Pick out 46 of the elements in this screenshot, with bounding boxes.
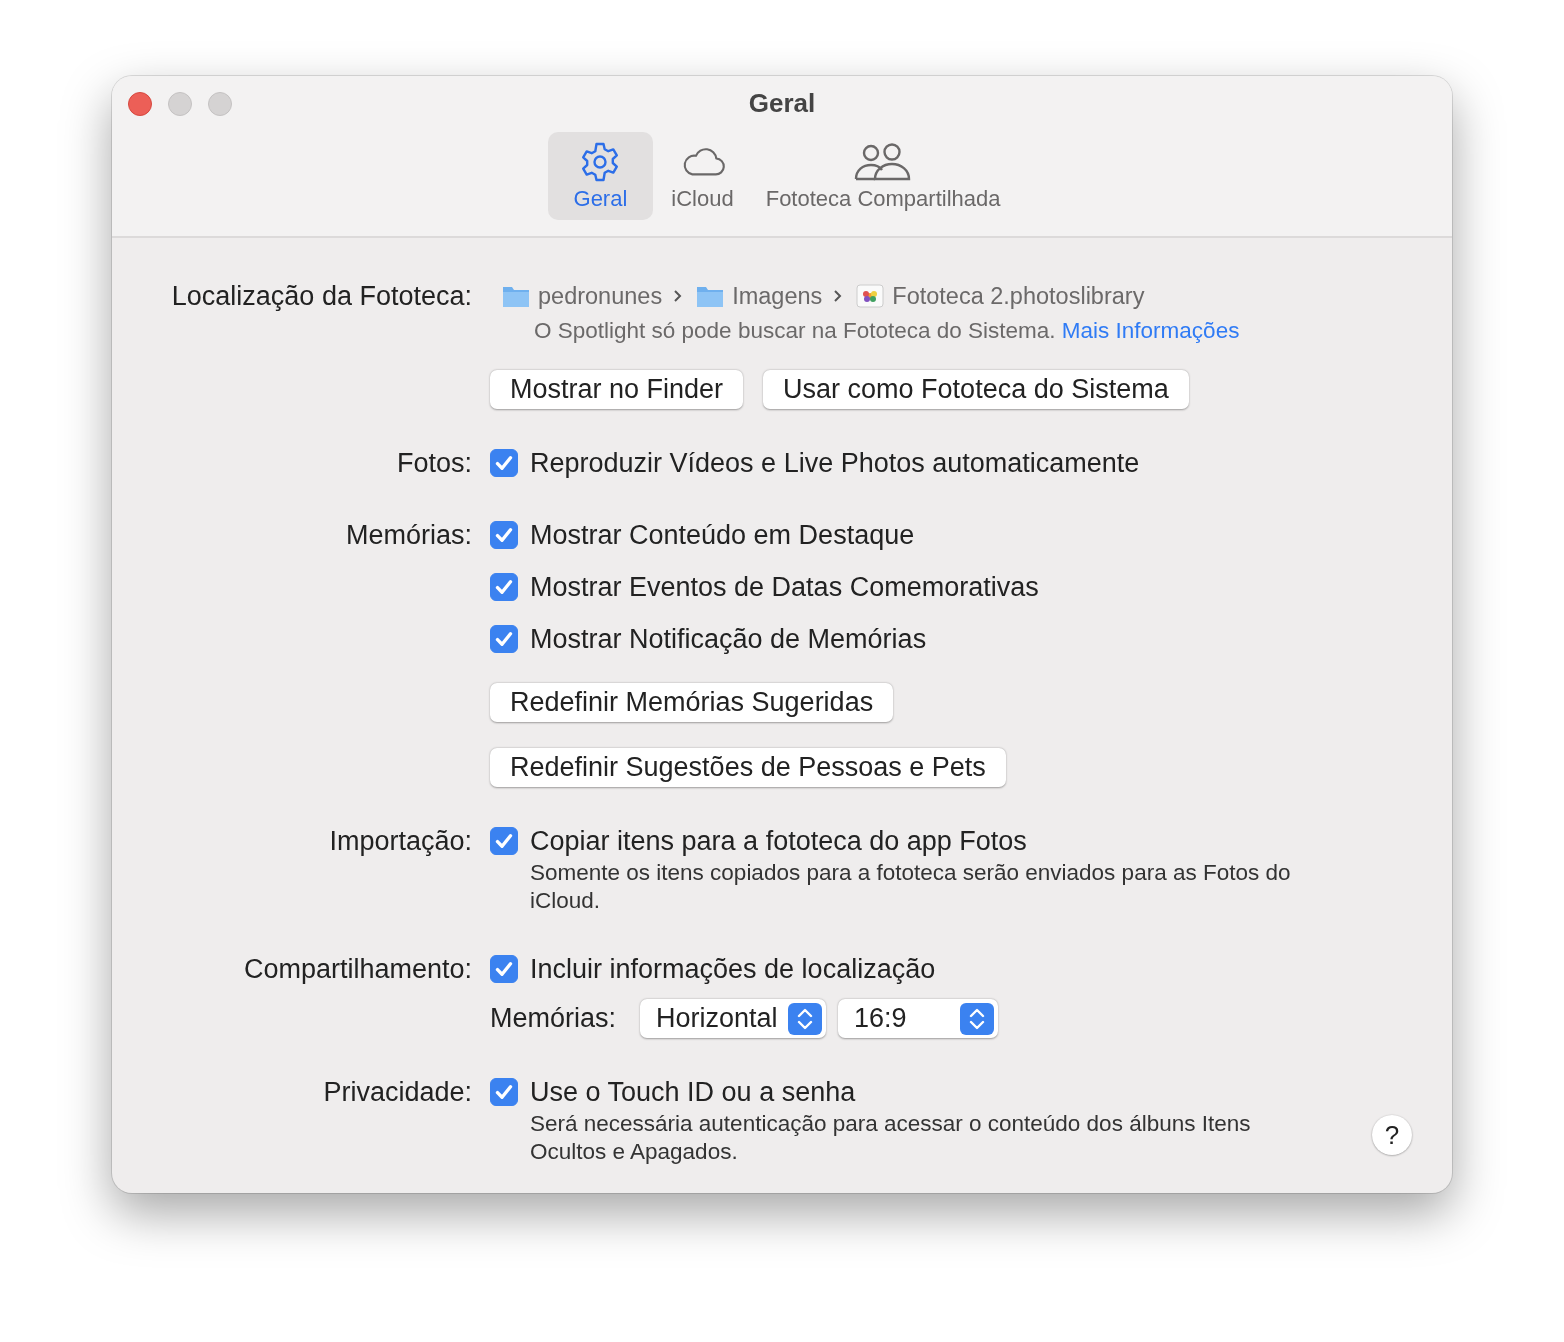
checkbox-label: Mostrar Eventos de Datas Comemorativas	[530, 571, 1039, 603]
push-button[interactable]: Redefinir Sugestões de Pessoas e Pets	[490, 748, 1006, 787]
checkbox-label: Copiar itens para a fototeca do app Fotos	[530, 825, 1027, 857]
section-label: Localização da Fototeca:	[170, 280, 472, 313]
checkbox[interactable]	[490, 625, 518, 653]
checkbox[interactable]	[490, 521, 518, 549]
section-label: Memórias:	[344, 519, 472, 552]
close-button[interactable]	[128, 92, 152, 116]
section-label: Privacidade:	[322, 1076, 472, 1109]
checkbox-label: Mostrar Conteúdo em Destaque	[530, 519, 915, 551]
chevron-icon	[832, 289, 843, 303]
stepper-icon	[960, 1002, 995, 1035]
checkbox[interactable]	[490, 1078, 518, 1106]
folder-icon	[502, 284, 530, 308]
checkbox[interactable]	[490, 827, 518, 855]
section-label: Importação:	[328, 825, 472, 858]
help-text: Somente os itens copiados para a fototeca serão enviados para as Fotos do iCloud.	[530, 859, 1292, 915]
help-button[interactable]: ?	[1372, 1115, 1412, 1155]
popup-menu[interactable]: Horizontal	[640, 999, 827, 1038]
photo-library-icon	[856, 284, 885, 308]
push-button[interactable]: Usar como Fototeca do Sistema	[763, 370, 1189, 409]
toolbar-tab[interactable]: Fototeca Compartilhada	[751, 132, 1015, 220]
checkbox-label: Reproduzir Vídeos e Live Photos automaticamente	[530, 447, 1140, 479]
help-text: Será necessária autenticação para acessar o conteúdo dos álbuns Itens Ocultos e Apagados.	[530, 1110, 1252, 1166]
toolbar-tab[interactable]: Geral	[547, 132, 654, 220]
push-button[interactable]: Redefinir Memórias Sugeridas	[490, 683, 894, 722]
checkbox-label: Incluir informações de localização	[530, 953, 936, 985]
checkbox[interactable]	[490, 573, 518, 601]
section-label: Compartilhamento:	[242, 953, 472, 986]
checkbox[interactable]	[490, 955, 518, 983]
chevron-icon	[672, 289, 683, 303]
checkbox[interactable]	[490, 449, 518, 477]
window-title: Geral	[748, 88, 816, 118]
field-label: Memórias:	[490, 1003, 617, 1034]
stepper-icon	[788, 1002, 823, 1035]
checkbox-label: Mostrar Notificação de Memórias	[530, 623, 927, 655]
checkbox-label: Use o Touch ID ou a senha	[530, 1076, 856, 1108]
folder-icon	[696, 284, 725, 308]
path-segment[interactable]: Fototeca 2.photoslibrary	[892, 282, 1145, 310]
push-button[interactable]: Mostrar no Finder	[490, 370, 744, 409]
note-text: O Spotlight só pode buscar na Fototeca do Sistema.	[534, 318, 1056, 343]
section-label: Fotos:	[395, 447, 472, 480]
popup-menu[interactable]: 16:9	[838, 999, 999, 1038]
path-segment[interactable]: Imagens	[732, 282, 823, 310]
toolbar-tab[interactable]: iCloud	[657, 132, 748, 220]
path-segment[interactable]: pedronunes	[538, 282, 663, 310]
